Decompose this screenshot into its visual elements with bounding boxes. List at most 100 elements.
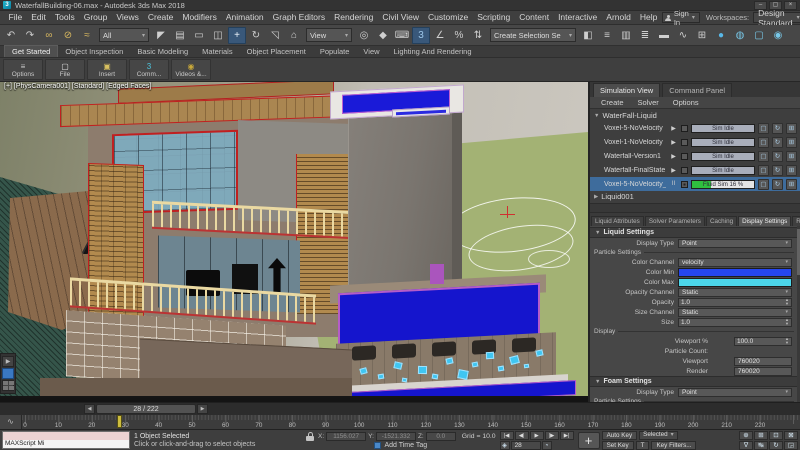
settings-tab-render-settings[interactable]: Render Settings [792,216,800,226]
time-configuration-icon[interactable]: ◔ [542,441,552,450]
sim-row-waterfall-finalstate[interactable]: Waterfall-FinalState▶Sim Idle▢↻⊞ [590,163,800,177]
ribbon-button-file[interactable]: ▢File [45,59,85,80]
expand-arrow-icon[interactable]: ▼ [595,379,600,385]
mini-curve-editor-button[interactable]: ∿ [0,415,22,429]
spinner-snap-icon[interactable]: ⇅ [469,27,487,44]
color-channel-dropdown[interactable]: velocity▾ [678,258,792,267]
sim-row-voxel-5-novelocity[interactable]: Voxel-5-NoVelocity▶Sim Idle▢↻⊞ [590,121,800,135]
orbit-icon[interactable]: ↻ [769,441,783,450]
spinner-arrows-icon[interactable]: ▲▼ [785,337,789,345]
tree-root-waterfall-liquid[interactable]: ▼ WaterFall-Liquid [590,110,800,121]
play-icon[interactable]: ▶ [669,125,678,132]
zoom-extents-icon[interactable]: ⊡ [769,431,783,440]
layer-explorer-icon[interactable]: ≣ [636,27,654,44]
bind-to-space-warp-icon[interactable]: ≈ [78,27,96,44]
panel-splitter[interactable] [590,203,800,213]
ribbon-tab-object-placement[interactable]: Object Placement [240,46,313,57]
menu-item-help[interactable]: Help [635,11,661,24]
go-to-start-button[interactable]: |◀ [500,431,514,440]
expand-grid-icon[interactable]: ⊞ [786,179,797,190]
zoom-all-icon[interactable]: ⊞ [754,431,768,440]
sim-checkbox[interactable] [681,167,688,174]
viewport-spinner[interactable]: 100.0▲▼ [734,337,792,346]
size-channel-dropdown[interactable]: Static▾ [678,308,792,317]
maxscript-mini-listener[interactable]: MAXScript Mi [2,431,130,449]
export-icon[interactable]: ▢ [758,123,769,134]
menu-item-content[interactable]: Content [515,11,554,24]
ribbon-button-videos[interactable]: ◉Videos &... [171,59,211,80]
panel-tab-command-panel[interactable]: Command Panel [662,83,732,97]
display-type-dropdown[interactable]: Point▾ [678,388,792,397]
schematic-view-icon[interactable]: ⊞ [693,27,711,44]
expand-grid-icon[interactable]: ⊞ [786,137,797,148]
track-bar-ruler[interactable]: ∿ 01020304050607080901001101201301401501… [0,415,800,430]
expand-grid-icon[interactable]: ⊞ [786,123,797,134]
play-button[interactable]: ▶ [530,431,544,440]
select-and-place-icon[interactable]: ⌂ [285,27,303,44]
play-icon[interactable]: ▶ [669,153,678,160]
scene-explorer-icon[interactable]: ▥ [617,27,635,44]
selection-region-icon[interactable]: ▭ [190,27,208,44]
selection-filter-dropdown[interactable]: All▾ [99,28,149,42]
sim-checkbox[interactable] [681,153,688,160]
material-editor-icon[interactable]: ● [712,27,730,44]
select-and-rotate-icon[interactable]: ↻ [247,27,265,44]
maximize-viewport-icon[interactable]: ◲ [784,441,798,450]
unlink-selection-icon[interactable]: ⊘ [59,27,77,44]
window-crossing-icon[interactable]: ◫ [209,27,227,44]
key-filters-button[interactable]: Key Filters... [651,441,696,450]
collapse-arrow-icon[interactable]: ▶ [594,194,598,200]
ribbon-button-insert[interactable]: ▣Insert [87,59,127,80]
layout-grid-button[interactable] [2,380,14,391]
opacity-channel-dropdown[interactable]: Static▾ [678,288,792,297]
undo-icon[interactable]: ↶ [2,27,20,44]
menu-item-file[interactable]: File [4,11,27,24]
size-spinner[interactable]: 1.0▲▼ [678,318,792,327]
sim-checkbox[interactable] [681,181,688,188]
viewport-label[interactable]: [+] [PhysCamera001] [Standard] [Edged Fa… [4,83,151,90]
mirror-icon[interactable]: ◧ [579,27,597,44]
snaps-toggle-icon[interactable]: 3 [412,27,430,44]
zoom-extents-all-icon[interactable]: ⊠ [784,431,798,440]
maxscript-listener-pane[interactable]: MAXScript Mi [3,440,129,448]
pause-icon[interactable]: II [669,181,678,187]
refresh-icon[interactable]: ↻ [772,123,783,134]
section-header-liquid-settings[interactable]: ▼Liquid Settings [590,227,800,238]
percent-snap-icon[interactable]: % [450,27,468,44]
tree-item-liquid001[interactable]: ▶ Liquid001 [590,191,800,202]
select-by-name-icon[interactable]: ▤ [171,27,189,44]
refresh-icon[interactable]: ↻ [772,179,783,190]
expand-grid-icon[interactable]: ⊞ [786,165,797,176]
current-frame-field[interactable]: 28 [511,441,541,450]
expand-grid-icon[interactable]: ⊞ [786,151,797,162]
menu-item-animation[interactable]: Animation [221,11,268,24]
viewport-count-field[interactable]: 760020 [734,357,792,366]
pan-hand-icon[interactable]: ↹ [754,441,768,450]
menu-item-tools[interactable]: Tools [50,11,79,24]
time-slider-handle[interactable]: 28 / 222 [96,404,196,414]
color-min-color-swatch[interactable] [678,268,792,277]
sim-row-voxel-5-novelocity-copy[interactable]: Voxel-5-NoVelocity_CopyIIFluid Sim 16 %▢… [590,177,800,191]
export-icon[interactable]: ▢ [758,165,769,176]
spinner-arrows-icon[interactable]: ▲▼ [785,298,789,306]
sim-checkbox[interactable] [681,139,688,146]
menu-item-arnold[interactable]: Arnold [602,11,636,24]
play-icon[interactable]: ▶ [669,167,678,174]
menu-item-views[interactable]: Views [112,11,144,24]
layout-single-button[interactable] [2,368,14,379]
refresh-icon[interactable]: ↻ [772,165,783,176]
spinner-arrows-icon[interactable]: ▲▼ [785,318,789,326]
reference-coordsys-dropdown[interactable]: View▾ [306,28,352,42]
key-selection-dropdown[interactable]: Selected▾ [639,431,678,440]
set-key-button[interactable]: Set Key [602,441,634,450]
section-header-foam-settings[interactable]: ▼Foam Settings [590,376,800,387]
color-max-color-swatch[interactable] [678,278,792,287]
render-production-icon[interactable]: ◉ [769,27,787,44]
next-frame-button[interactable]: |▶ [545,431,559,440]
settings-tab-liquid-attributes[interactable]: Liquid Attributes [591,216,644,226]
menu-item-create[interactable]: Create [143,11,178,24]
select-and-link-icon[interactable]: ∞ [40,27,58,44]
add-time-tag[interactable]: Add Time Tag [306,442,496,449]
menu-item-scripting[interactable]: Scripting [473,11,515,24]
ribbon-tab-basic-modeling[interactable]: Basic Modeling [130,46,195,57]
